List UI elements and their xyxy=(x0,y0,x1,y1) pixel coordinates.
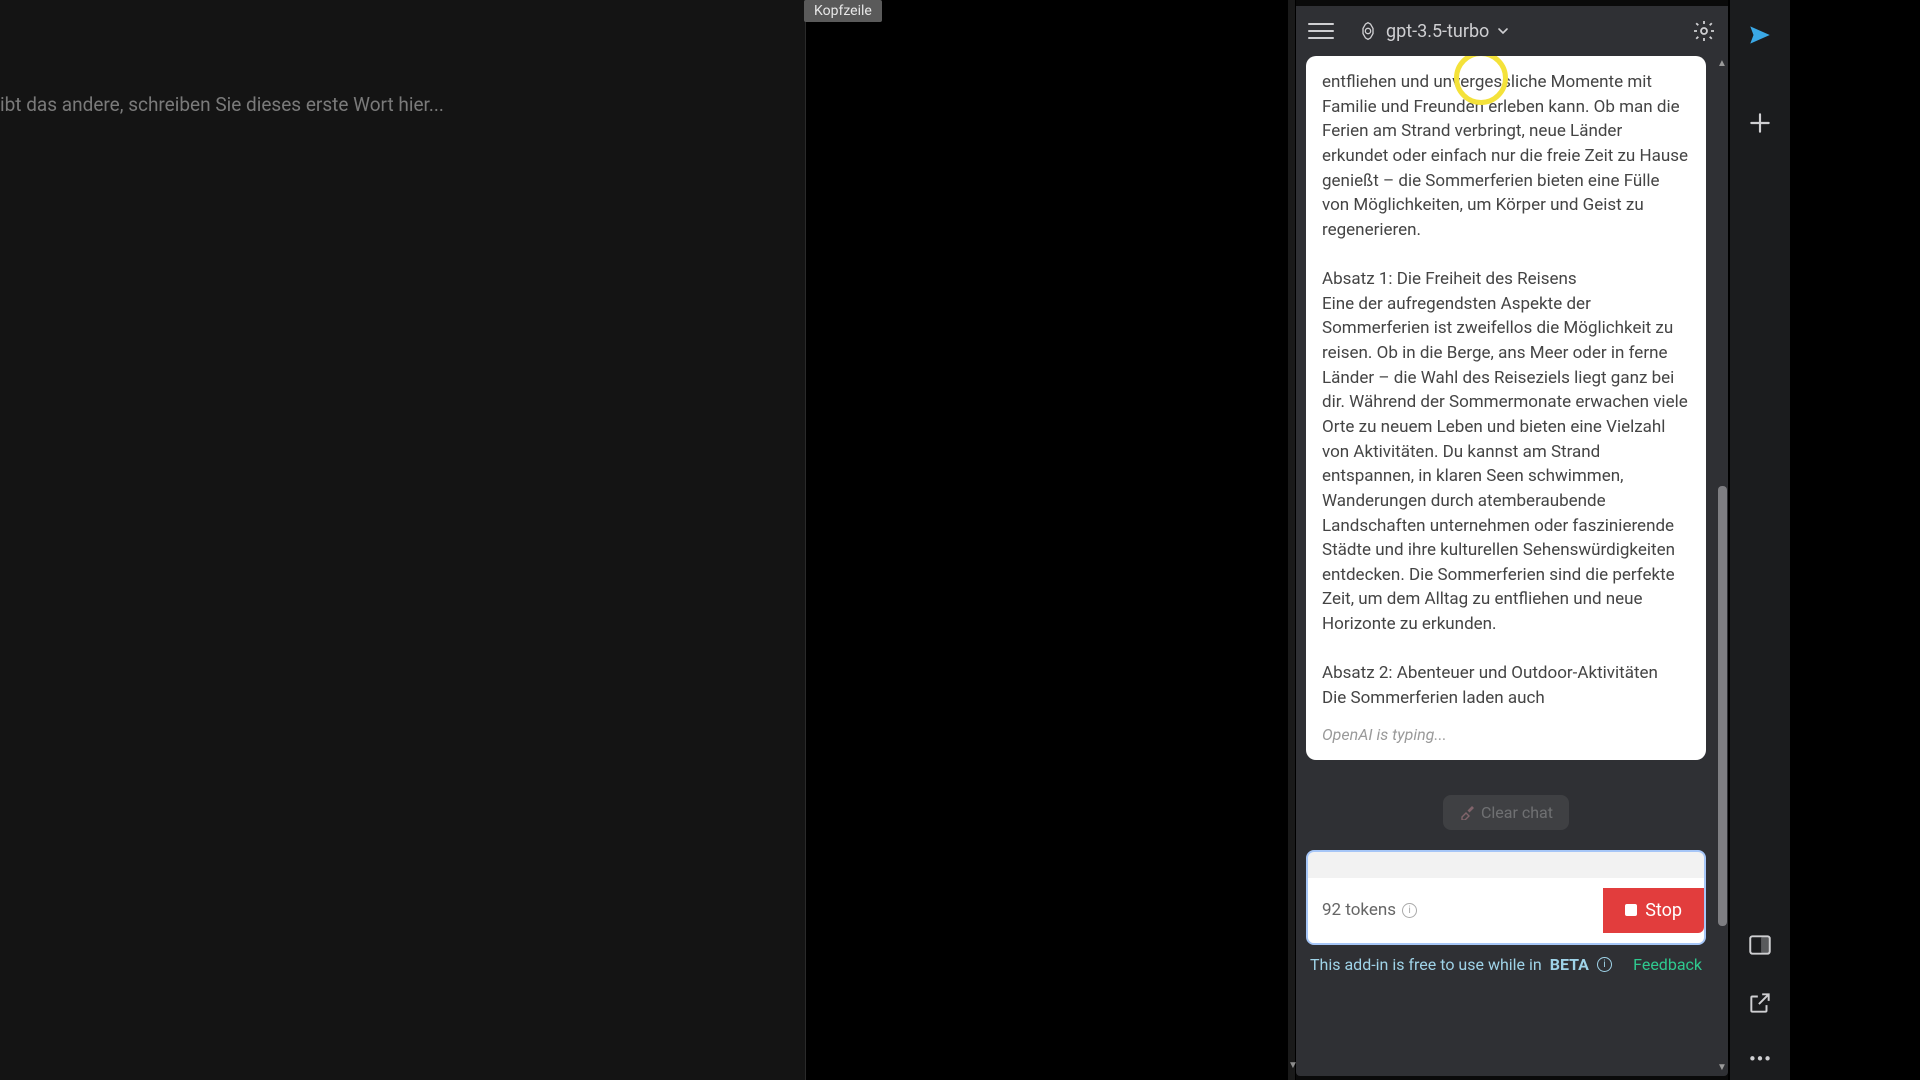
document-placeholder: ibt das andere, schreiben Sie dieses ers… xyxy=(0,93,444,116)
stop-label: Stop xyxy=(1645,900,1682,921)
send-icon[interactable] xyxy=(1747,22,1773,48)
message-paragraph: Die Sommerferien laden auch xyxy=(1322,686,1690,711)
typing-indicator: OpenAI is typing... xyxy=(1322,723,1690,746)
open-external-icon[interactable] xyxy=(1747,990,1773,1016)
message-paragraph: Eine der aufregendsten Aspekte der Somme… xyxy=(1322,292,1690,637)
chat-input-text[interactable] xyxy=(1308,852,1704,878)
openai-logo-icon xyxy=(1358,21,1378,41)
panel-icon[interactable] xyxy=(1747,932,1773,958)
assistant-message: entfliehen und unvergessliche Momente mi… xyxy=(1306,56,1706,760)
addin-panel-zone: gpt-3.5-turbo entfliehen und unvergessli… xyxy=(1296,0,1728,1080)
token-counter: 92 tokens i xyxy=(1322,900,1417,920)
chat-input-footer: 92 tokens i Stop xyxy=(1308,878,1704,943)
header-section-label: Kopfzeile xyxy=(804,0,882,22)
feedback-link[interactable]: Feedback xyxy=(1633,955,1702,974)
model-name: gpt-3.5-turbo xyxy=(1386,21,1489,42)
document-pane: ibt das andere, schreiben Sie dieses ers… xyxy=(0,0,805,1080)
info-icon[interactable]: i xyxy=(1597,957,1612,972)
chat-input[interactable]: 92 tokens i Stop xyxy=(1306,850,1706,945)
message-heading: Absatz 2: Abenteuer und Outdoor-Aktivitä… xyxy=(1322,661,1690,686)
message-paragraph: entfliehen und unvergessliche Momente mi… xyxy=(1322,70,1690,242)
add-icon[interactable] xyxy=(1747,110,1773,136)
model-selector[interactable]: gpt-3.5-turbo xyxy=(1358,21,1509,42)
pane-divider[interactable] xyxy=(805,0,806,1080)
beta-text: This add-in is free to use while in BETA… xyxy=(1310,955,1612,974)
scrollbar-track[interactable]: ▲ ▼ xyxy=(1717,56,1727,1076)
info-icon[interactable]: i xyxy=(1402,903,1417,918)
chat-panel: gpt-3.5-turbo entfliehen und unvergessli… xyxy=(1296,6,1728,1076)
more-icon[interactable] xyxy=(1747,1048,1773,1062)
chat-header: gpt-3.5-turbo xyxy=(1296,6,1728,56)
settings-icon[interactable] xyxy=(1692,19,1716,43)
beta-text-part: This add-in is free to use while in xyxy=(1310,955,1542,974)
broom-icon xyxy=(1459,804,1475,820)
beta-bar: This add-in is free to use while in BETA… xyxy=(1296,945,1716,982)
clear-chat-button[interactable]: Clear chat xyxy=(1443,795,1569,830)
beta-badge: BETA xyxy=(1550,955,1589,974)
token-count-label: 92 tokens xyxy=(1322,900,1396,920)
clear-chat-label: Clear chat xyxy=(1481,803,1553,822)
message-heading: Absatz 1: Die Freiheit des Reisens xyxy=(1322,267,1690,292)
chevron-down-icon xyxy=(1497,25,1509,37)
chat-scroll-area[interactable]: entfliehen und unvergessliche Momente mi… xyxy=(1296,56,1716,1076)
scroll-down-icon[interactable]: ▼ xyxy=(1717,1062,1727,1074)
right-rail xyxy=(1730,0,1790,1080)
scroll-up-icon[interactable]: ▲ xyxy=(1717,58,1727,70)
chat-body: entfliehen und unvergessliche Momente mi… xyxy=(1296,56,1728,1076)
stop-icon xyxy=(1625,904,1637,916)
stop-button[interactable]: Stop xyxy=(1603,888,1704,933)
clear-chat-zone: Clear chat xyxy=(1296,770,1716,850)
panel-scroll-down-icon[interactable]: ▼ xyxy=(1288,1060,1295,1074)
menu-icon[interactable] xyxy=(1308,18,1334,44)
scroll-thumb[interactable] xyxy=(1718,486,1727,926)
panel-left-gutter xyxy=(1288,0,1295,1080)
